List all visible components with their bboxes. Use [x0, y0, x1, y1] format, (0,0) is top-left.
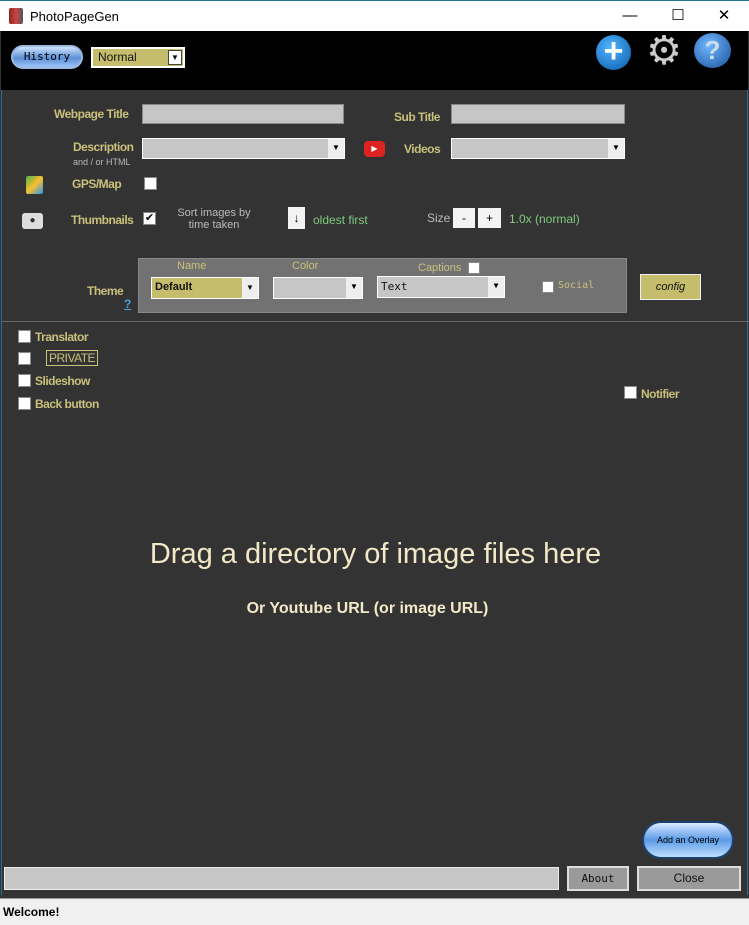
- sub-title-label: Sub Title: [394, 110, 440, 124]
- window-title: PhotoPageGen: [30, 9, 119, 24]
- back-button-checkbox[interactable]: [18, 397, 31, 410]
- theme-label: Theme: [87, 284, 124, 298]
- gear-icon[interactable]: ⚙: [645, 31, 683, 71]
- captions-label: Captions: [418, 262, 462, 274]
- dropzone-title[interactable]: Drag a directory of image files here: [2, 538, 749, 571]
- webpage-title-input[interactable]: [142, 104, 344, 124]
- notifier-label: Notifier: [641, 387, 680, 401]
- description-sublabel: and / or HTML: [73, 157, 131, 167]
- theme-color-select[interactable]: ▼: [273, 277, 363, 299]
- captions-value: Text: [381, 280, 408, 293]
- back-button-label: Back button: [35, 397, 99, 411]
- app-icon: [9, 8, 23, 24]
- captions-checkbox[interactable]: [468, 262, 480, 274]
- slideshow-checkbox[interactable]: [18, 374, 31, 387]
- size-label: Size: [427, 211, 451, 225]
- toolbar: History Normal ▼ + ⚙ ?: [1, 31, 748, 90]
- gps-map-checkbox[interactable]: [144, 177, 157, 190]
- history-button[interactable]: History: [11, 45, 83, 69]
- chevron-down-icon: ▼: [346, 278, 362, 298]
- theme-name-select[interactable]: Default ▼: [151, 277, 259, 299]
- gps-map-label: GPS/Map: [72, 177, 122, 191]
- theme-name-value: Default: [155, 281, 193, 293]
- close-window-button[interactable]: ✕: [709, 5, 739, 27]
- chevron-down-icon: ▼: [328, 139, 344, 158]
- size-increase-button[interactable]: +: [477, 207, 502, 229]
- maximize-button[interactable]: ☐: [663, 5, 693, 27]
- map-icon: [26, 176, 43, 194]
- private-checkbox[interactable]: [18, 352, 31, 365]
- title-bar: PhotoPageGen — ☐ ✕: [0, 0, 749, 31]
- chevron-down-icon: ▼: [168, 50, 182, 65]
- description-label: Description: [73, 140, 134, 154]
- webpage-title-label: Webpage Title: [54, 107, 129, 121]
- chevron-down-icon: ▼: [608, 139, 624, 158]
- help-icon[interactable]: ?: [694, 33, 731, 68]
- notifier-checkbox[interactable]: [624, 386, 637, 399]
- youtube-icon: ▶: [364, 141, 385, 157]
- camera-icon: ●: [22, 213, 43, 229]
- social-checkbox[interactable]: [542, 281, 554, 293]
- sort-order-button[interactable]: ↓: [287, 206, 306, 230]
- thumbnails-label: Thumbnails: [71, 213, 134, 227]
- status-bar: Welcome!: [0, 898, 749, 925]
- divider: [2, 321, 749, 322]
- captions-select[interactable]: Text ▼: [377, 276, 505, 298]
- chevron-down-icon: ▼: [242, 278, 258, 298]
- social-label: Social: [558, 280, 595, 291]
- status-text: Welcome!: [3, 905, 60, 919]
- sort-label: Sort images by time taken: [177, 207, 251, 231]
- thumbnails-checkbox[interactable]: ✔: [143, 212, 156, 225]
- minimize-button[interactable]: —: [615, 5, 645, 27]
- videos-label: Videos: [404, 142, 441, 156]
- add-overlay-button[interactable]: Add an Overlay: [642, 821, 734, 859]
- videos-select[interactable]: ▼: [451, 138, 625, 159]
- theme-name-label: Name: [177, 260, 207, 272]
- theme-color-label: Color: [292, 260, 319, 272]
- sub-title-input[interactable]: [451, 104, 625, 124]
- private-label: PRIVATE: [46, 350, 99, 366]
- add-icon[interactable]: +: [596, 34, 631, 70]
- mode-select-value: Normal: [98, 50, 137, 64]
- about-button[interactable]: About: [567, 866, 629, 891]
- chevron-down-icon: ▼: [488, 277, 504, 297]
- mode-select[interactable]: Normal ▼: [91, 47, 185, 68]
- translator-label: Translator: [35, 330, 89, 344]
- sort-order-text: oldest first: [313, 213, 368, 227]
- size-value: 1.0x (normal): [509, 212, 580, 226]
- config-button[interactable]: config: [640, 274, 701, 300]
- theme-panel: Name Color Captions Default ▼ ▼ Text ▼ Soc…: [138, 258, 627, 313]
- url-input[interactable]: [4, 867, 559, 890]
- theme-help-link[interactable]: ?: [124, 297, 131, 311]
- main-panel: Webpage Title Sub Title Description and …: [1, 90, 749, 895]
- close-button[interactable]: Close: [637, 866, 741, 891]
- dropzone-subtitle: Or Youtube URL (or image URL): [246, 600, 489, 617]
- size-decrease-button[interactable]: -: [452, 207, 476, 229]
- slideshow-label: Slideshow: [35, 374, 90, 388]
- description-input[interactable]: ▼: [142, 138, 345, 159]
- translator-checkbox[interactable]: [18, 330, 31, 343]
